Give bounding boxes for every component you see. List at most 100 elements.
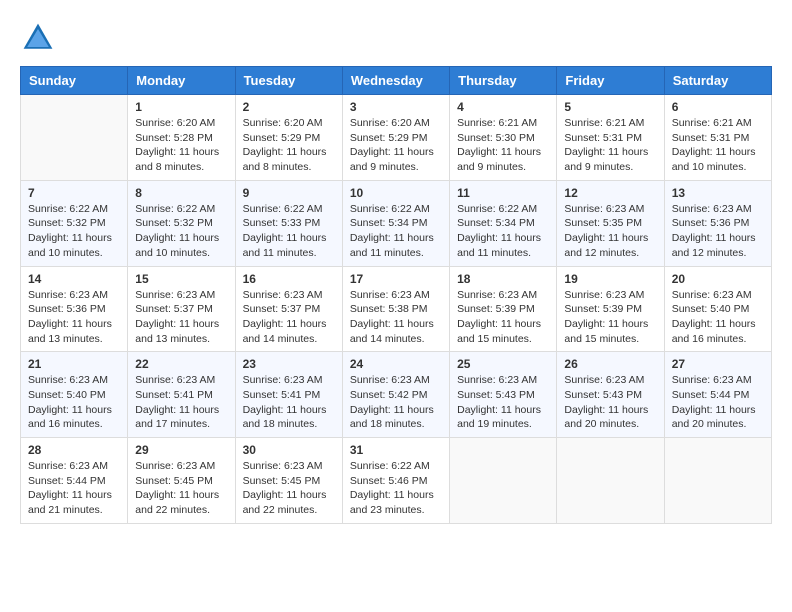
calendar-cell: 24Sunrise: 6:23 AM Sunset: 5:42 PM Dayli… — [342, 352, 449, 438]
day-detail: Sunrise: 6:23 AM Sunset: 5:43 PM Dayligh… — [564, 373, 656, 432]
day-number: 2 — [243, 100, 335, 114]
day-detail: Sunrise: 6:23 AM Sunset: 5:39 PM Dayligh… — [457, 288, 549, 347]
day-header-saturday: Saturday — [664, 67, 771, 95]
day-number: 23 — [243, 357, 335, 371]
day-detail: Sunrise: 6:20 AM Sunset: 5:29 PM Dayligh… — [350, 116, 442, 175]
day-detail: Sunrise: 6:22 AM Sunset: 5:32 PM Dayligh… — [28, 202, 120, 261]
day-header-tuesday: Tuesday — [235, 67, 342, 95]
day-number: 3 — [350, 100, 442, 114]
day-number: 21 — [28, 357, 120, 371]
day-detail: Sunrise: 6:23 AM Sunset: 5:37 PM Dayligh… — [243, 288, 335, 347]
calendar-cell — [664, 438, 771, 524]
day-number: 22 — [135, 357, 227, 371]
calendar-cell: 7 Sunrise: 6:22 AM Sunset: 5:32 PM Daylig… — [21, 180, 128, 266]
day-number: 15 — [135, 272, 227, 286]
calendar-cell — [21, 95, 128, 181]
calendar-cell: 4 Sunrise: 6:21 AM Sunset: 5:30 PM Daylig… — [450, 95, 557, 181]
day-header-sunday: Sunday — [21, 67, 128, 95]
calendar-header-row: SundayMondayTuesdayWednesdayThursdayFrid… — [21, 67, 772, 95]
calendar-cell: 10 Sunrise: 6:22 AM Sunset: 5:34 PM Dayli… — [342, 180, 449, 266]
day-detail: Sunrise: 6:23 AM Sunset: 5:41 PM Dayligh… — [243, 373, 335, 432]
day-number: 28 — [28, 443, 120, 457]
day-detail: Sunrise: 6:23 AM Sunset: 5:37 PM Dayligh… — [135, 288, 227, 347]
calendar-cell: 11Sunrise: 6:22 AM Sunset: 5:34 PM Dayli… — [450, 180, 557, 266]
day-detail: Sunrise: 6:20 AM Sunset: 5:28 PM Dayligh… — [135, 116, 227, 175]
day-detail: Sunrise: 6:23 AM Sunset: 5:43 PM Dayligh… — [457, 373, 549, 432]
calendar-cell — [450, 438, 557, 524]
day-number: 29 — [135, 443, 227, 457]
calendar-cell: 31 Sunrise: 6:22 AM Sunset: 5:46 PM Dayli… — [342, 438, 449, 524]
calendar-cell: 9 Sunrise: 6:22 AM Sunset: 5:33 PM Daylig… — [235, 180, 342, 266]
day-detail: Sunrise: 6:23 AM Sunset: 5:40 PM Dayligh… — [28, 373, 120, 432]
calendar-cell: 3 Sunrise: 6:20 AM Sunset: 5:29 PM Daylig… — [342, 95, 449, 181]
day-number: 20 — [672, 272, 764, 286]
calendar-cell: 22 Sunrise: 6:23 AM Sunset: 5:41 PM Dayli… — [128, 352, 235, 438]
calendar-table: SundayMondayTuesdayWednesdayThursdayFrid… — [20, 66, 772, 524]
day-header-monday: Monday — [128, 67, 235, 95]
day-detail: Sunrise: 6:23 AM Sunset: 5:35 PM Dayligh… — [564, 202, 656, 261]
calendar-cell: 23 Sunrise: 6:23 AM Sunset: 5:41 PM Dayli… — [235, 352, 342, 438]
calendar-cell: 25Sunrise: 6:23 AM Sunset: 5:43 PM Dayli… — [450, 352, 557, 438]
calendar-cell: 28Sunrise: 6:23 AM Sunset: 5:44 PM Dayli… — [21, 438, 128, 524]
day-number: 4 — [457, 100, 549, 114]
calendar-cell: 16 Sunrise: 6:23 AM Sunset: 5:37 PM Dayli… — [235, 266, 342, 352]
day-number: 18 — [457, 272, 549, 286]
day-detail: Sunrise: 6:22 AM Sunset: 5:33 PM Dayligh… — [243, 202, 335, 261]
calendar-cell: 2 Sunrise: 6:20 AM Sunset: 5:29 PM Daylig… — [235, 95, 342, 181]
day-number: 31 — [350, 443, 442, 457]
day-detail: Sunrise: 6:22 AM Sunset: 5:46 PM Dayligh… — [350, 459, 442, 518]
calendar-cell: 14Sunrise: 6:23 AM Sunset: 5:36 PM Dayli… — [21, 266, 128, 352]
day-detail: Sunrise: 6:23 AM Sunset: 5:41 PM Dayligh… — [135, 373, 227, 432]
day-detail: Sunrise: 6:22 AM Sunset: 5:34 PM Dayligh… — [350, 202, 442, 261]
calendar-week-row: 14Sunrise: 6:23 AM Sunset: 5:36 PM Dayli… — [21, 266, 772, 352]
day-number: 17 — [350, 272, 442, 286]
calendar-cell: 29 Sunrise: 6:23 AM Sunset: 5:45 PM Dayli… — [128, 438, 235, 524]
day-number: 27 — [672, 357, 764, 371]
day-number: 5 — [564, 100, 656, 114]
day-number: 19 — [564, 272, 656, 286]
calendar-cell: 30 Sunrise: 6:23 AM Sunset: 5:45 PM Dayli… — [235, 438, 342, 524]
day-header-thursday: Thursday — [450, 67, 557, 95]
calendar-cell: 27Sunrise: 6:23 AM Sunset: 5:44 PM Dayli… — [664, 352, 771, 438]
day-header-wednesday: Wednesday — [342, 67, 449, 95]
day-detail: Sunrise: 6:23 AM Sunset: 5:40 PM Dayligh… — [672, 288, 764, 347]
calendar-cell: 12 Sunrise: 6:23 AM Sunset: 5:35 PM Dayli… — [557, 180, 664, 266]
day-number: 6 — [672, 100, 764, 114]
day-detail: Sunrise: 6:21 AM Sunset: 5:31 PM Dayligh… — [672, 116, 764, 175]
calendar-cell: 18 Sunrise: 6:23 AM Sunset: 5:39 PM Dayli… — [450, 266, 557, 352]
day-number: 7 — [28, 186, 120, 200]
day-number: 16 — [243, 272, 335, 286]
day-detail: Sunrise: 6:23 AM Sunset: 5:45 PM Dayligh… — [135, 459, 227, 518]
day-number: 13 — [672, 186, 764, 200]
calendar-cell: 26 Sunrise: 6:23 AM Sunset: 5:43 PM Dayli… — [557, 352, 664, 438]
calendar-cell: 5 Sunrise: 6:21 AM Sunset: 5:31 PM Daylig… — [557, 95, 664, 181]
day-detail: Sunrise: 6:21 AM Sunset: 5:30 PM Dayligh… — [457, 116, 549, 175]
day-number: 26 — [564, 357, 656, 371]
logo-icon — [20, 20, 56, 56]
day-detail: Sunrise: 6:20 AM Sunset: 5:29 PM Dayligh… — [243, 116, 335, 175]
day-header-friday: Friday — [557, 67, 664, 95]
calendar-cell: 6 Sunrise: 6:21 AM Sunset: 5:31 PM Daylig… — [664, 95, 771, 181]
day-number: 24 — [350, 357, 442, 371]
calendar-week-row: 21 Sunrise: 6:23 AM Sunset: 5:40 PM Dayli… — [21, 352, 772, 438]
day-detail: Sunrise: 6:21 AM Sunset: 5:31 PM Dayligh… — [564, 116, 656, 175]
day-detail: Sunrise: 6:23 AM Sunset: 5:36 PM Dayligh… — [672, 202, 764, 261]
calendar-cell: 15 Sunrise: 6:23 AM Sunset: 5:37 PM Dayli… — [128, 266, 235, 352]
day-detail: Sunrise: 6:23 AM Sunset: 5:38 PM Dayligh… — [350, 288, 442, 347]
day-detail: Sunrise: 6:22 AM Sunset: 5:34 PM Dayligh… — [457, 202, 549, 261]
calendar-cell: 21 Sunrise: 6:23 AM Sunset: 5:40 PM Dayli… — [21, 352, 128, 438]
day-number: 30 — [243, 443, 335, 457]
day-detail: Sunrise: 6:23 AM Sunset: 5:45 PM Dayligh… — [243, 459, 335, 518]
calendar-cell: 20 Sunrise: 6:23 AM Sunset: 5:40 PM Dayli… — [664, 266, 771, 352]
day-number: 9 — [243, 186, 335, 200]
day-number: 12 — [564, 186, 656, 200]
calendar-cell — [557, 438, 664, 524]
day-number: 10 — [350, 186, 442, 200]
day-detail: Sunrise: 6:23 AM Sunset: 5:36 PM Dayligh… — [28, 288, 120, 347]
day-detail: Sunrise: 6:22 AM Sunset: 5:32 PM Dayligh… — [135, 202, 227, 261]
day-detail: Sunrise: 6:23 AM Sunset: 5:39 PM Dayligh… — [564, 288, 656, 347]
day-number: 8 — [135, 186, 227, 200]
calendar-cell: 19 Sunrise: 6:23 AM Sunset: 5:39 PM Dayli… — [557, 266, 664, 352]
calendar-week-row: 28Sunrise: 6:23 AM Sunset: 5:44 PM Dayli… — [21, 438, 772, 524]
day-number: 1 — [135, 100, 227, 114]
